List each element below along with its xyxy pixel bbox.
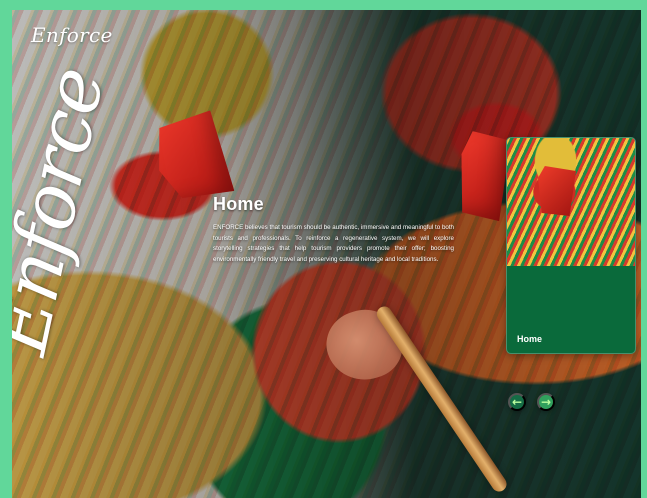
arrow-right-icon: → [540,395,552,409]
page-title: Home [213,194,264,214]
card-festival-image [507,138,635,266]
logo[interactable]: Enforce [31,23,113,47]
card-title: Home [517,334,543,344]
previous-slide-button[interactable]: ← [508,393,526,411]
slide-card-home[interactable]: Home [506,137,636,354]
arrow-left-icon: ← [511,395,523,409]
hero-description: ENFORCE believes that tourism should be … [213,224,454,263]
next-slide-button[interactable]: → [537,393,555,411]
hero-copy: Home ENFORCE believes that tourism shoul… [213,194,454,266]
hero-slider: Enforce Enforce Home ENFORCE believes th… [12,10,641,498]
